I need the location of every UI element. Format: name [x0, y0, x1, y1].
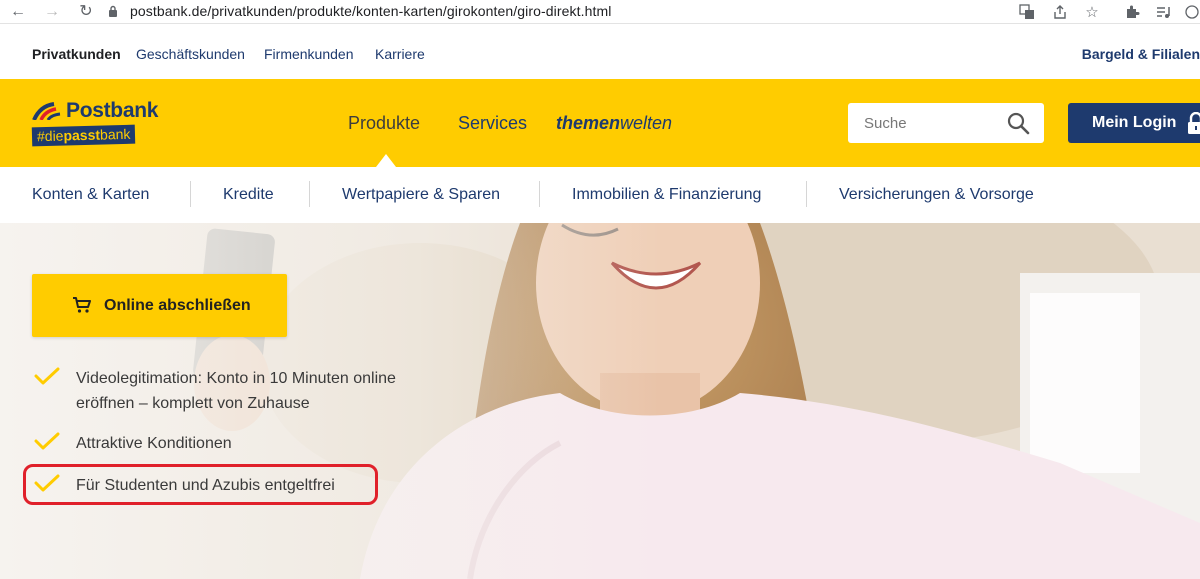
main-nav-produkte[interactable]: Produkte	[348, 113, 420, 134]
logo-tag-prefix: #die	[36, 127, 64, 145]
category-divider	[806, 181, 807, 207]
main-nav-themenwelten[interactable]: themenwelten	[556, 113, 672, 134]
utility-navigation: Privatkunden Geschäftskunden Firmenkunde…	[0, 24, 1200, 79]
checkmark-icon	[34, 367, 60, 385]
category-kredite[interactable]: Kredite	[223, 186, 274, 204]
logo-hashtag: #diepasstbank	[31, 124, 136, 147]
category-konten-karten[interactable]: Konten & Karten	[32, 186, 149, 204]
address-bar[interactable]: postbank.de/privatkunden/produkte/konten…	[108, 0, 1108, 22]
active-nav-caret	[376, 154, 396, 167]
search-input[interactable]: Suche	[848, 103, 1044, 143]
hero-section: Online abschließen Videolegitimation: Ko…	[0, 223, 1200, 579]
logo-wordmark: Postbank	[66, 99, 159, 122]
category-wertpapiere-sparen[interactable]: Wertpapiere & Sparen	[342, 186, 500, 204]
utility-link-privatkunden[interactable]: Privatkunden	[32, 46, 121, 62]
reload-icon[interactable]: ↻	[76, 2, 96, 22]
themen-bold: themen	[556, 113, 621, 133]
postbank-logo[interactable]: Postbank #diepasstbank	[31, 99, 159, 147]
category-divider	[539, 181, 540, 207]
themen-light: welten	[620, 113, 673, 133]
extensions-icon[interactable]	[1122, 2, 1142, 22]
main-nav-services[interactable]: Services	[458, 113, 527, 134]
url-text: postbank.de/privatkunden/produkte/konten…	[130, 3, 612, 19]
utility-link-geschaeftskunden[interactable]: Geschäftskunden	[136, 46, 245, 62]
cta-label: Online abschließen	[104, 297, 251, 314]
postbank-logo-mark-icon	[32, 102, 61, 120]
utility-link-karriere[interactable]: Karriere	[375, 46, 425, 62]
feature-text: Videolegitimation: Konto in 10 Minuten o…	[76, 366, 396, 416]
share-icon[interactable]	[1050, 2, 1070, 22]
feature-item-konditionen: Attraktive Konditionen	[34, 431, 232, 456]
profile-icon[interactable]	[1182, 2, 1200, 22]
feature-text-line: Videolegitimation: Konto in 10 Minuten o…	[76, 370, 396, 387]
lock-icon	[109, 5, 117, 17]
bookmark-star-icon[interactable]: ☆	[1082, 2, 1102, 22]
login-label: Mein Login	[1092, 114, 1177, 131]
feature-text: Attraktive Konditionen	[76, 435, 232, 452]
shopping-cart-icon	[73, 297, 91, 313]
translate-icon[interactable]	[1017, 2, 1037, 22]
browser-toolbar: ← → ↻ postbank.de/privatkunden/produkte/…	[0, 0, 1200, 24]
category-immobilien-finanzierung[interactable]: Immobilien & Finanzierung	[572, 186, 761, 204]
online-abschliessen-button[interactable]: Online abschließen	[32, 274, 287, 337]
utility-link-bargeld-filialen[interactable]: Bargeld & Filialen	[1082, 46, 1200, 62]
search-placeholder: Suche	[864, 115, 907, 132]
forward-icon[interactable]: →	[42, 2, 62, 22]
category-divider	[190, 181, 191, 207]
utility-link-firmenkunden[interactable]: Firmenkunden	[264, 46, 354, 62]
search-icon[interactable]	[1006, 111, 1030, 135]
category-versicherungen-vorsorge[interactable]: Versicherungen & Vorsorge	[839, 186, 1034, 204]
media-control-icon[interactable]	[1153, 2, 1173, 22]
feature-text-line: eröffnen – komplett von Zuhause	[76, 395, 310, 412]
logo-tag-suffix: bank	[99, 125, 131, 143]
category-navigation: Konten & Karten Kredite Wertpapiere & Sp…	[0, 167, 1200, 223]
logo-tag-bold: passt	[63, 126, 101, 144]
padlock-icon	[1188, 112, 1200, 134]
red-highlight-annotation	[23, 464, 378, 505]
category-divider	[309, 181, 310, 207]
login-button[interactable]: Mein Login	[1068, 103, 1200, 143]
checkmark-icon	[34, 432, 60, 450]
feature-item-videolegitimation: Videolegitimation: Konto in 10 Minuten o…	[34, 366, 396, 416]
back-icon[interactable]: ←	[8, 2, 28, 22]
